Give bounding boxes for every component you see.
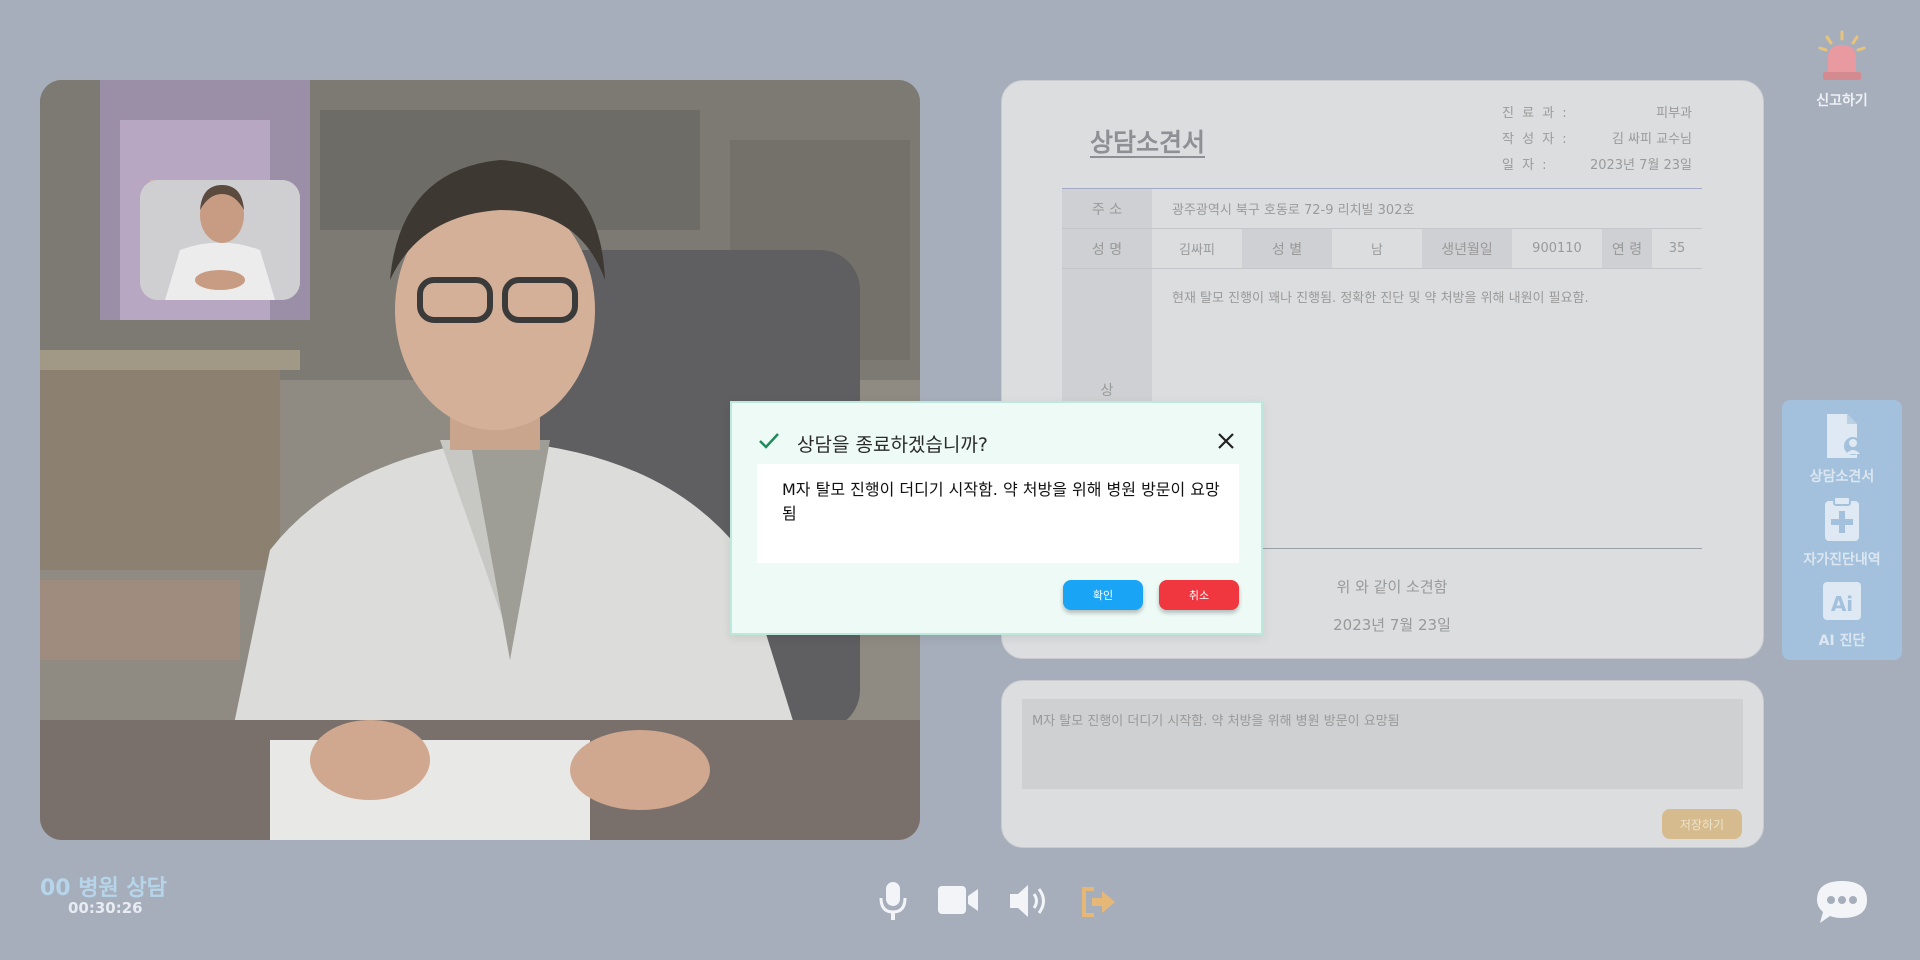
- leave-button[interactable]: [1080, 886, 1118, 922]
- side-menu: 상담소견서 자가진단내역 Ai AI 진단: [1782, 400, 1902, 660]
- speaker-button[interactable]: [1008, 882, 1052, 924]
- report-meta: 진 료 과 : 피부과 작 성 자 : 김 싸피 교수님 일 자 : 2023년…: [1502, 101, 1692, 179]
- meta-value: 2023년 7월 23일: [1589, 158, 1692, 173]
- name-value: 김싸피: [1179, 243, 1215, 258]
- age-value: 35: [1668, 241, 1686, 256]
- meta-date: 일 자 : 2023년 7월 23일: [1502, 153, 1692, 179]
- notes-textarea[interactable]: M자 탈모 진행이 더디기 시작함. 약 처방을 위해 병원 방문이 요망됨: [1022, 699, 1743, 789]
- address-row: 주 소 광주광역시 북구 호동로 72-9 리치빌 302호: [1062, 189, 1702, 229]
- chat-bubble-icon: [1817, 881, 1867, 923]
- end-consultation-dialog: 상담을 종료하겠습니까? M자 탈모 진행이 더디기 시작함. 약 처방을 위해…: [730, 401, 1263, 635]
- meta-key: 작 성 자 :: [1502, 132, 1569, 147]
- clipboard-plus-icon: [1825, 496, 1859, 541]
- cancel-button[interactable]: 취소: [1159, 580, 1239, 610]
- gender-label: 성 별: [1242, 229, 1332, 268]
- meta-department: 진 료 과 : 피부과: [1502, 101, 1692, 127]
- address-value: 광주광역시 북구 호동로 72-9 리치빌 302호: [1172, 203, 1415, 218]
- name-label: 성 명: [1062, 229, 1152, 268]
- meta-value: 피부과: [1656, 106, 1692, 121]
- patient-row: 성 명 김싸피 성 별 남 생년월일 900110 연 령 35: [1062, 229, 1702, 269]
- side-item-report[interactable]: 상담소견서: [1782, 412, 1902, 486]
- gender-value: 남: [1371, 243, 1383, 258]
- report-label: 신고하기: [1816, 93, 1868, 109]
- microphone-icon: [879, 882, 907, 920]
- consult-char: 상: [1100, 382, 1114, 399]
- side-item-self-diagnosis[interactable]: 자가진단내역: [1782, 495, 1902, 569]
- dialog-message: M자 탈모 진행이 더디기 시작함. 약 처방을 위해 병원 방문이 요망됨: [757, 464, 1239, 563]
- side-item-label: 자가진단내역: [1803, 552, 1881, 568]
- ai-icon: Ai: [1823, 582, 1861, 620]
- check-icon: [759, 433, 779, 449]
- report-button[interactable]: 신고하기: [1810, 30, 1874, 110]
- age-label: 연 령: [1602, 229, 1652, 268]
- address-label: 주 소: [1062, 189, 1152, 228]
- meta-value: 김 싸피 교수님: [1611, 132, 1692, 147]
- svg-text:Ai: Ai: [1831, 592, 1853, 616]
- mic-button[interactable]: [878, 880, 908, 928]
- dialog-title: 상담을 종료하겠습니까?: [797, 434, 988, 456]
- confirm-button[interactable]: 확인: [1063, 580, 1143, 610]
- patient-video-thumbnail: [140, 180, 300, 300]
- patient-video-image: [140, 180, 300, 300]
- save-button[interactable]: 저장하기: [1662, 809, 1742, 839]
- report-footer-statement: 위 와 같이 소견함: [1336, 578, 1448, 596]
- close-icon[interactable]: [1216, 431, 1236, 451]
- birth-label: 생년월일: [1422, 229, 1512, 268]
- report-footer-date: 2023년 7월 23일: [1333, 616, 1451, 634]
- call-timer: 00:30:26: [68, 899, 143, 917]
- side-item-label: AI 진단: [1818, 633, 1866, 649]
- side-item-label: 상담소견서: [1809, 469, 1875, 485]
- report-title: 상담소견서: [1090, 128, 1206, 157]
- camera-button[interactable]: [936, 884, 980, 922]
- meta-key: 진 료 과 :: [1502, 106, 1569, 121]
- meta-author: 작 성 자 : 김 싸피 교수님: [1502, 127, 1692, 153]
- notes-panel: M자 탈모 진행이 더디기 시작함. 약 처방을 위해 병원 방문이 요망됨 저…: [1001, 680, 1764, 848]
- meta-key: 일 자 :: [1502, 158, 1549, 173]
- speaker-icon: [1010, 885, 1045, 917]
- document-person-icon: [1827, 414, 1862, 458]
- exit-icon: [1082, 887, 1115, 917]
- siren-icon: [1818, 30, 1866, 80]
- room-title: 00 병원 상담: [40, 876, 167, 901]
- chat-button[interactable]: [1815, 878, 1869, 930]
- side-item-ai-diagnosis[interactable]: Ai AI 진단: [1782, 580, 1902, 650]
- video-camera-icon: [938, 886, 978, 914]
- birth-value: 900110: [1532, 241, 1582, 256]
